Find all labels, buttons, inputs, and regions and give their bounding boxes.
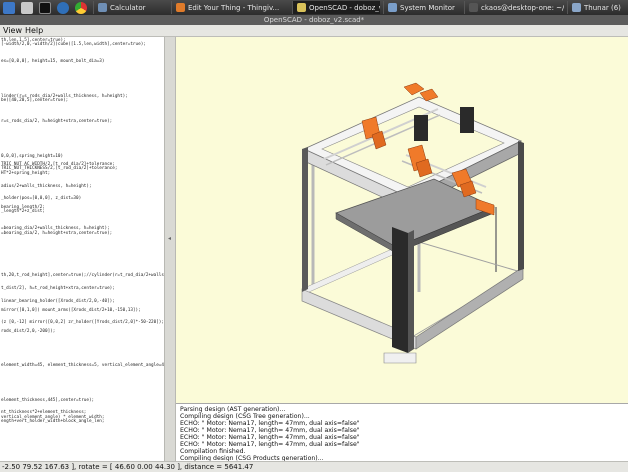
code-line: be([40,20,5],center=true); [1, 97, 69, 103]
code-line: es=[0,0,0], height=15, mount_bolt_dia=3) [1, 59, 105, 65]
task-app-icon [572, 3, 581, 12]
task-list: Calculator Edit Your Thing - Thingiv... Op… [90, 1, 627, 14]
model-foot [383, 352, 417, 364]
terminal-icon[interactable] [39, 1, 51, 14]
code-line: _length*2+z_dist; [1, 209, 45, 215]
code-line: HT*2+spring_height; [1, 170, 51, 176]
code-line: [-width/2,0,-width/2])cube([1.5,len,widt… [1, 42, 146, 48]
taskbar-task[interactable]: Edit Your Thing - Thingiv... [171, 1, 289, 14]
console-output[interactable]: Parsing design (AST generation)... Compil… [176, 403, 628, 461]
model-motor-2 [460, 107, 474, 133]
taskbar-task[interactable]: Thunar (6) [567, 1, 627, 14]
chevron-left-icon[interactable]: ◂ [168, 235, 173, 242]
code-line: _holder(pos=[0,0,0], z_dist=30) [1, 196, 82, 202]
console-line: Compilation finished. [180, 448, 246, 455]
code-line: adius/2+walls_thickness, h=height); [1, 183, 92, 189]
code-editor[interactable]: th,len,1.5],center=true); [-width/2,0,-wi… [0, 37, 164, 461]
code-line: element_thickness,445],center=true); [1, 397, 95, 403]
pane-splitter[interactable]: ◂ [164, 37, 176, 461]
model-post-front [392, 227, 408, 353]
code-line: element_width=45, element_thickness=5, v… [1, 363, 164, 369]
file-manager-icon[interactable] [21, 1, 33, 14]
window-title: OpenSCAD - doboz_v2.scad* [0, 15, 628, 25]
code-line: t_dist/2], h=t_rod_height+xtra,center=tr… [1, 286, 115, 292]
chrome-icon[interactable] [75, 1, 87, 14]
menubar: View Help [0, 25, 628, 37]
code-line: mirror([0,1,0]) mount_arms([Xrods_dist/2… [1, 307, 141, 313]
task-app-icon [469, 3, 478, 12]
code-line: ength+vert_holder_width+block_angle_len; [1, 418, 105, 424]
taskbar-task[interactable]: Calculator [93, 1, 168, 14]
task-label: Thunar (6) [584, 3, 621, 12]
console-line: Parsing design (AST generation)... [180, 406, 286, 413]
code-line: linear_bearing_holder([Xrods_dist/2,0,-4… [1, 299, 115, 305]
console-line: ECHO: " Motor: Nema17, length= 47mm, dua… [180, 427, 360, 434]
task-label: Edit Your Thing - Thingiv... [188, 3, 280, 12]
code-line: (z [0,-12] mirror([0,0,2] zr_holder([Yro… [1, 320, 164, 326]
task-app-icon [98, 3, 107, 12]
taskbar-task[interactable]: ckaos@desktop-one: ~/... [464, 1, 564, 14]
console-line: ECHO: " Motor: Nema17, length= 47mm, dua… [180, 441, 360, 448]
code-line: r=s_rods_dia/2, h=height+xtra,center=tru… [1, 119, 113, 125]
browser-icon[interactable] [57, 1, 69, 14]
console-line: ECHO: " Motor: Nema17, length= 47mm, dua… [180, 434, 360, 441]
code-line: th,20,t_rod_height],center=true);//cylin… [1, 273, 164, 279]
task-app-icon [297, 3, 306, 12]
model-post-corner-left [302, 147, 308, 292]
3d-viewport[interactable] [176, 37, 628, 403]
task-app-icon [176, 3, 185, 12]
console-line: ECHO: " Motor: Nema17, length= 47mm, dua… [180, 420, 360, 427]
console-line: Compiling design (CSG Tree generation)..… [180, 413, 310, 420]
code-line: rods_dist/2,0,-200]); [1, 329, 56, 335]
task-app-icon [388, 3, 397, 12]
menu-view[interactable]: View [3, 26, 22, 35]
task-label: ckaos@desktop-one: ~/... [481, 3, 564, 12]
task-label: OpenSCAD - doboz_v2... [309, 3, 380, 12]
code-line: =bearing_dia/2, h=height+xtra,center=tru… [1, 230, 113, 236]
taskbar-task[interactable]: System Monitor [383, 1, 461, 14]
model-post-corner-right [518, 141, 524, 271]
model-motor [414, 115, 428, 141]
taskbar-task[interactable]: OpenSCAD - doboz_v2... [292, 1, 380, 14]
task-label: Calculator [110, 3, 146, 12]
printer-model-render [301, 82, 524, 364]
taskbar: Calculator Edit Your Thing - Thingiv... Op… [0, 0, 628, 15]
model-post-front-side [408, 230, 414, 353]
status-bar: -2.50 79.52 167.63 ], rotate = [ 46.60 0… [0, 461, 628, 472]
code-line: 0,0,0],spring_height=10) [1, 153, 64, 159]
menu-help[interactable]: Help [25, 26, 43, 35]
task-label: System Monitor [400, 3, 455, 12]
model-bottom-beam-right [415, 266, 524, 350]
app-menu-icon[interactable] [3, 1, 15, 14]
